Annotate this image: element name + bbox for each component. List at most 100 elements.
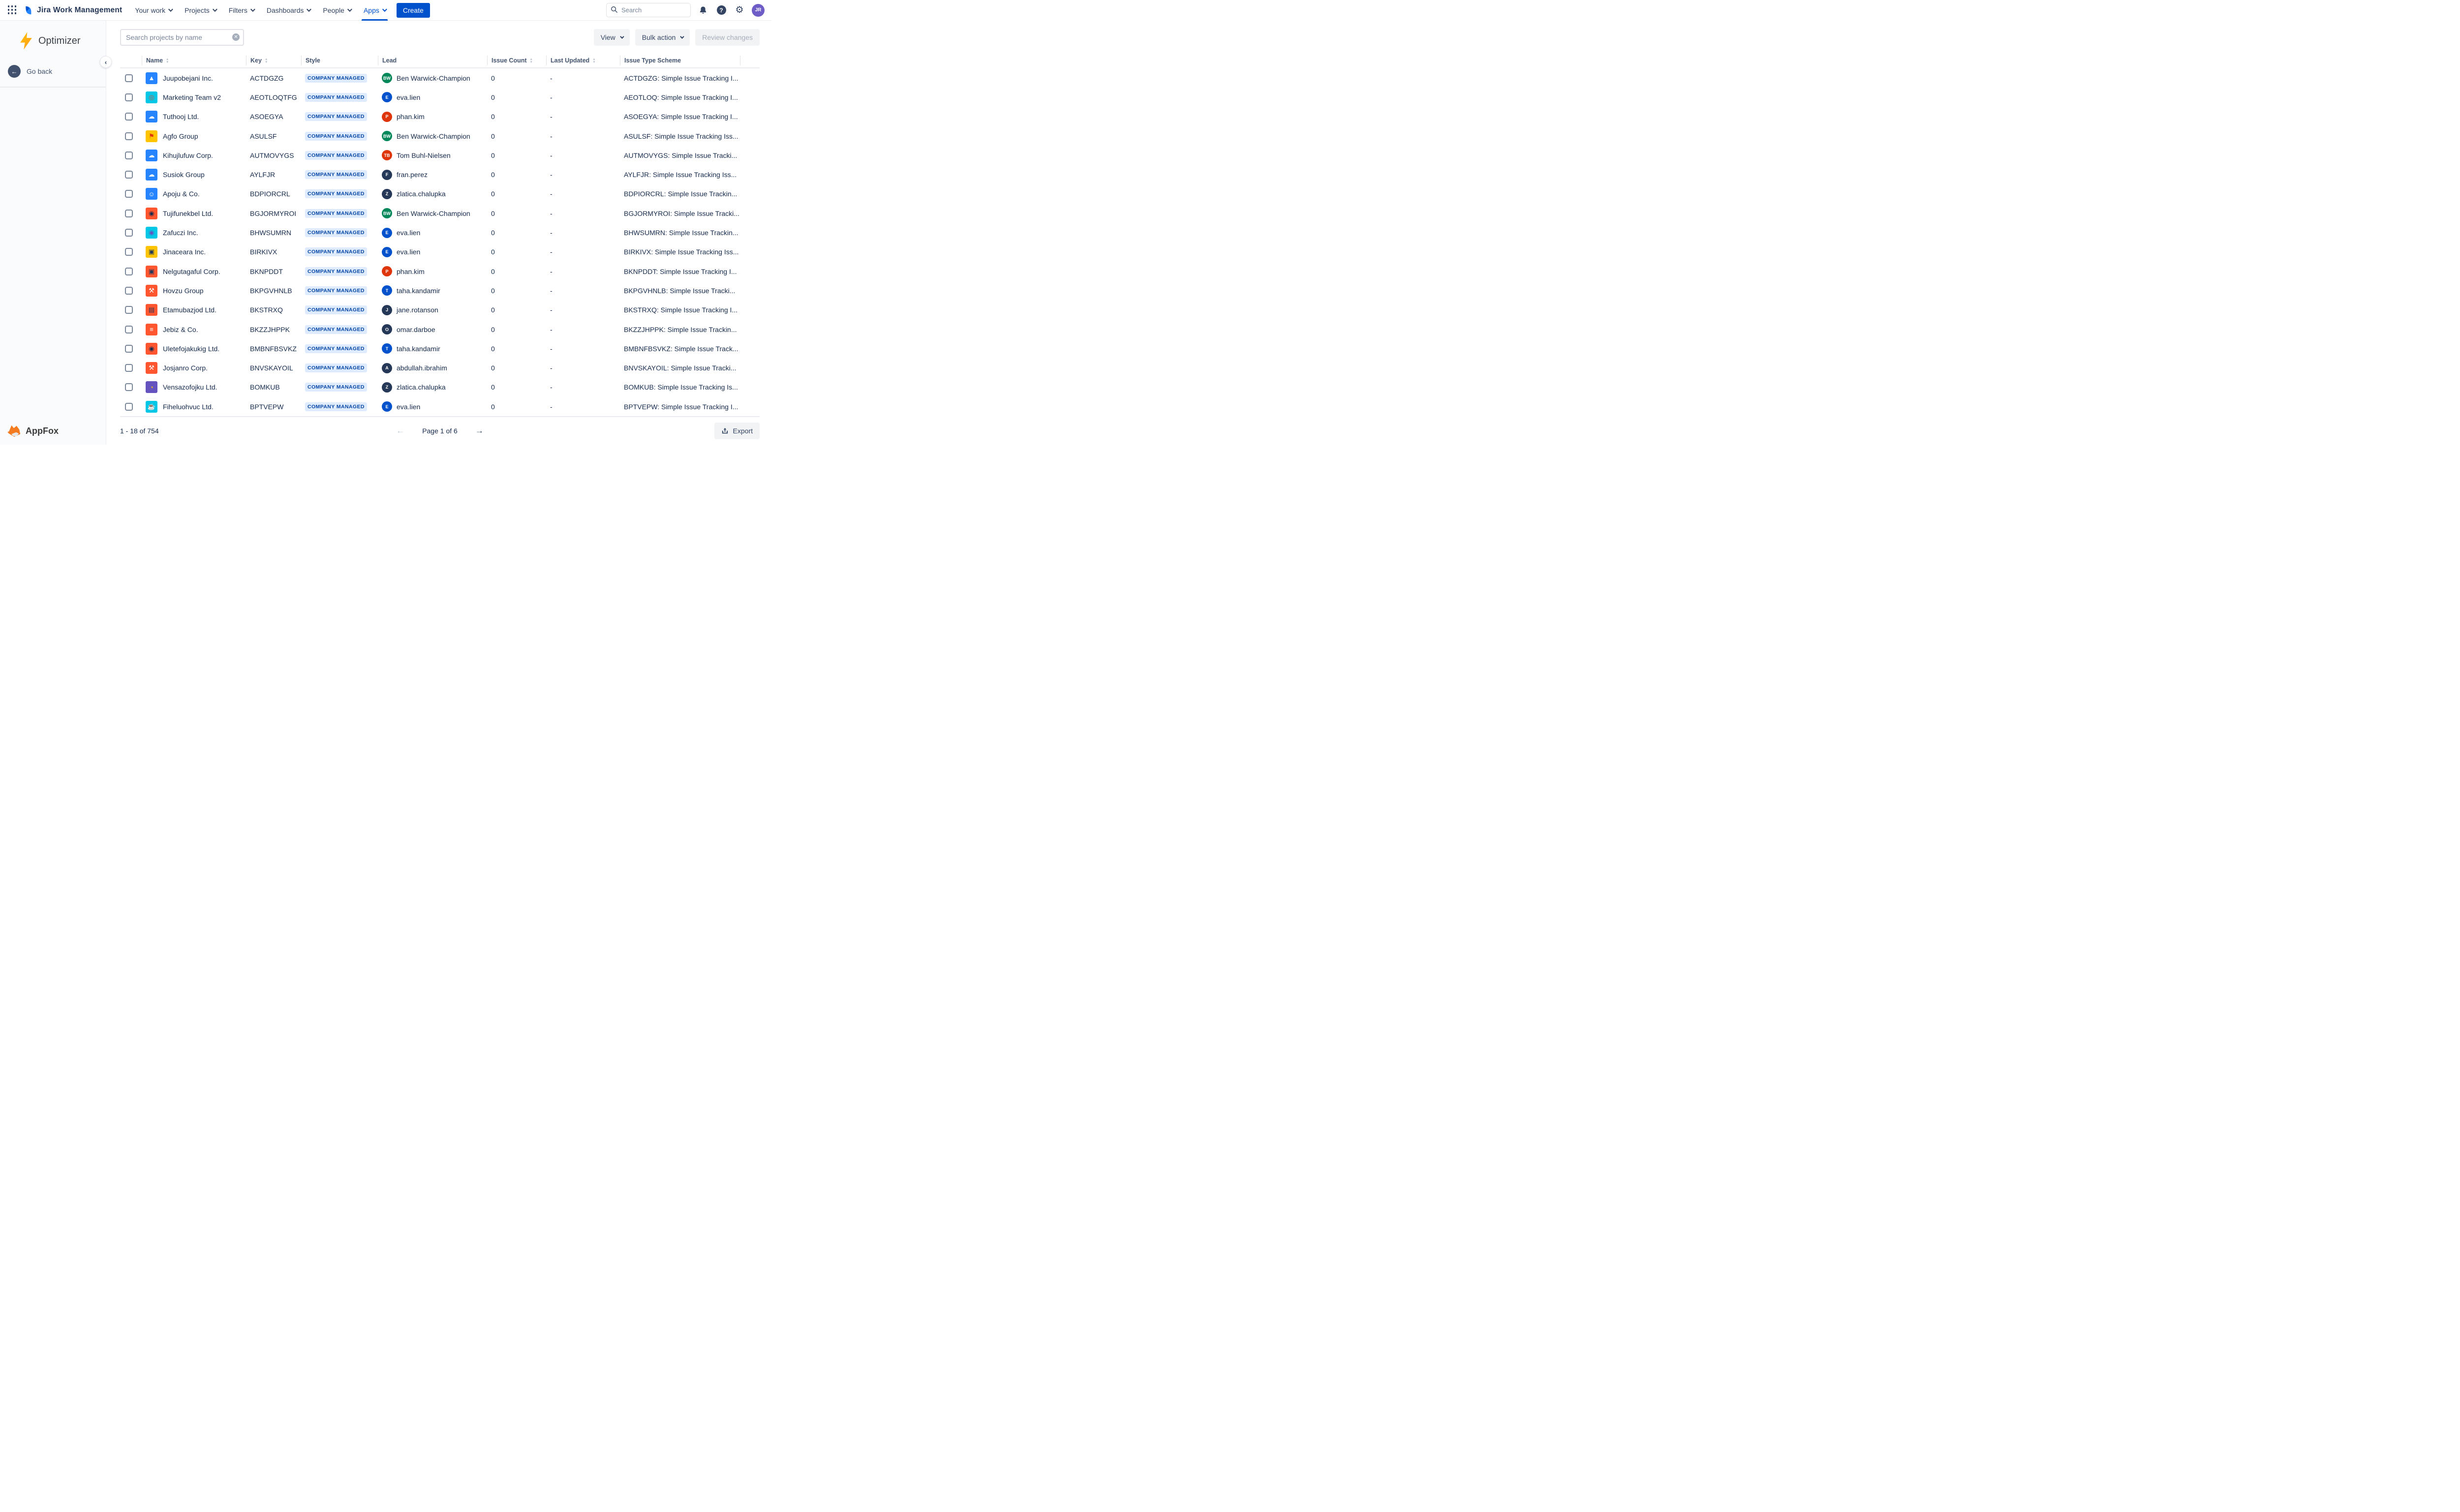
nav-item-people[interactable]: People — [323, 0, 352, 21]
column-header-issue-count[interactable]: Issue Count ▲ ▼ — [487, 56, 546, 65]
project-name[interactable]: Jebiz & Co. — [163, 326, 198, 333]
row-checkbox[interactable] — [125, 267, 133, 275]
row-checkbox[interactable] — [125, 286, 133, 295]
sidebar-divider — [0, 87, 106, 88]
review-changes-button[interactable]: Review changes — [695, 29, 760, 46]
vinyl-record-icon: ◉ — [146, 207, 157, 219]
style-badge: COMPANY MANAGED — [305, 402, 367, 411]
project-search-input[interactable] — [120, 29, 244, 46]
row-checkbox[interactable] — [125, 344, 133, 353]
lead-name: fran.perez — [397, 171, 428, 179]
create-button[interactable]: Create — [396, 2, 430, 18]
style-badge: COMPANY MANAGED — [305, 247, 367, 257]
style-badge: COMPANY MANAGED — [305, 151, 367, 160]
project-name[interactable]: Tuthooj Ltd. — [163, 113, 199, 121]
column-label: Issue Type Scheme — [624, 57, 681, 64]
issue-type-scheme: BKNPDDT: Simple Issue Tracking I... — [624, 267, 737, 275]
sidebar-collapse-button[interactable]: ‹ — [100, 56, 112, 68]
column-header-last-updated[interactable]: Last Updated ▲ ▼ — [546, 56, 620, 65]
row-checkbox[interactable] — [125, 171, 133, 179]
project-name[interactable]: Juupobejani Inc. — [163, 74, 213, 82]
issue-count: 0 — [491, 402, 495, 411]
project-name[interactable]: Tujifunekbel Ltd. — [163, 210, 213, 217]
row-checkbox[interactable] — [125, 402, 133, 411]
column-header-key[interactable]: Key ▲ ▼ — [246, 56, 301, 65]
project-key: AEOTLOQTFG — [250, 93, 297, 101]
row-checkbox[interactable] — [125, 132, 133, 140]
jira-brand[interactable]: Jira Work Management — [23, 5, 122, 16]
row-checkbox[interactable] — [125, 151, 133, 159]
view-button[interactable]: View — [593, 29, 630, 46]
nav-item-dashboards[interactable]: Dashboards — [267, 0, 312, 21]
nav-item-filters[interactable]: Filters — [229, 0, 255, 21]
next-page-arrow-icon[interactable]: → — [475, 426, 484, 436]
issue-type-scheme: AUTMOVYGS: Simple Issue Tracki... — [624, 151, 738, 159]
issue-type-scheme: BGJORMYROI: Simple Issue Tracki... — [624, 209, 739, 217]
lead-avatar: E — [382, 227, 392, 238]
nav-item-projects[interactable]: Projects — [184, 0, 217, 21]
table-row: ◔ Vensazofojku Ltd. BOMKUB COMPANY MANAGED Z… — [120, 378, 760, 397]
project-name[interactable]: Uletefojakukig Ltd. — [163, 345, 219, 353]
page-indicator: Page 1 of 6 — [422, 427, 458, 435]
last-updated: - — [550, 209, 553, 217]
project-name[interactable]: Susiok Group — [163, 171, 205, 179]
row-checkbox[interactable] — [125, 190, 133, 198]
project-name[interactable]: Nelgutagaful Corp. — [163, 268, 220, 275]
lead-avatar: TB — [382, 150, 392, 161]
clear-search-icon[interactable]: ✕ — [232, 33, 240, 41]
row-checkbox[interactable] — [125, 93, 133, 101]
row-checkbox[interactable] — [125, 306, 133, 314]
row-checkbox[interactable] — [125, 74, 133, 82]
project-name[interactable]: Vensazofojku Ltd. — [163, 383, 217, 391]
project-name[interactable]: Hovzu Group — [163, 287, 203, 295]
help-icon[interactable]: ? — [715, 4, 727, 16]
row-checkbox[interactable] — [125, 383, 133, 392]
project-lead: Eeva.lien — [378, 227, 487, 238]
nav-item-your-work[interactable]: Your work — [135, 0, 174, 21]
row-checkbox[interactable] — [125, 364, 133, 372]
project-name[interactable]: Josjanro Corp. — [163, 364, 208, 372]
bulk-action-button[interactable]: Bulk action — [635, 29, 690, 46]
project-name[interactable]: Zafuczi Inc. — [163, 229, 198, 237]
prev-page-arrow-icon[interactable]: ← — [396, 426, 404, 436]
notifications-bell-icon[interactable] — [697, 4, 709, 16]
row-checkbox[interactable] — [125, 209, 133, 217]
lead-name: eva.lien — [397, 229, 421, 237]
settings-gear-icon[interactable]: ⚙ — [734, 4, 745, 16]
row-checkbox[interactable] — [125, 248, 133, 256]
project-name[interactable]: Agfo Group — [163, 132, 198, 140]
lead-avatar: E — [382, 92, 392, 103]
user-avatar[interactable]: JR — [752, 3, 765, 17]
column-header-name[interactable]: Name ▲ ▼ — [142, 56, 246, 65]
table-row: ▤ Etamubazjod Ltd. BKSTRXQ COMPANY MANAGED J… — [120, 301, 760, 320]
column-header-issue-type-scheme: Issue Type Scheme — [620, 56, 740, 65]
style-badge: COMPANY MANAGED — [305, 344, 367, 353]
row-checkbox[interactable] — [125, 325, 133, 333]
project-name[interactable]: Jinaceara Inc. — [163, 248, 206, 256]
go-back-button[interactable]: ← Go back — [0, 60, 106, 84]
nav-item-apps[interactable]: Apps — [361, 0, 388, 21]
project-lead: Pphan.kim — [378, 111, 487, 122]
style-badge: COMPANY MANAGED — [305, 305, 367, 315]
export-button[interactable]: Export — [714, 423, 760, 440]
project-key: AUTMOVYGS — [250, 151, 294, 159]
project-name[interactable]: Apoju & Co. — [163, 190, 200, 198]
global-search-input[interactable] — [606, 3, 691, 17]
lightning-bolt-icon — [19, 31, 33, 50]
column-header-spacer — [740, 56, 760, 65]
row-checkbox[interactable] — [125, 229, 133, 237]
project-name[interactable]: Marketing Team v2 — [163, 93, 221, 101]
table-row: ⚒ Josjanro Corp. BNVSKAYOIL COMPANY MANAGED… — [120, 358, 760, 377]
optimizer-brand: Optimizer — [0, 21, 106, 60]
project-name[interactable]: Etamubazjod Ltd. — [163, 306, 216, 314]
issue-type-scheme: BIRKIVX: Simple Issue Tracking Iss... — [624, 248, 739, 256]
last-updated: - — [550, 344, 553, 353]
issue-type-scheme: BPTVEPW: Simple Issue Tracking I... — [624, 402, 738, 411]
app-switcher-icon[interactable] — [7, 5, 18, 16]
project-name[interactable]: Kihujlufuw Corp. — [163, 151, 213, 159]
project-key: ASOEGYA — [250, 113, 283, 121]
project-lead: Jjane.rotanson — [378, 304, 487, 315]
project-key: BKNPDDT — [250, 267, 283, 275]
project-name[interactable]: Fiheluohvuc Ltd. — [163, 403, 214, 411]
row-checkbox[interactable] — [125, 113, 133, 121]
